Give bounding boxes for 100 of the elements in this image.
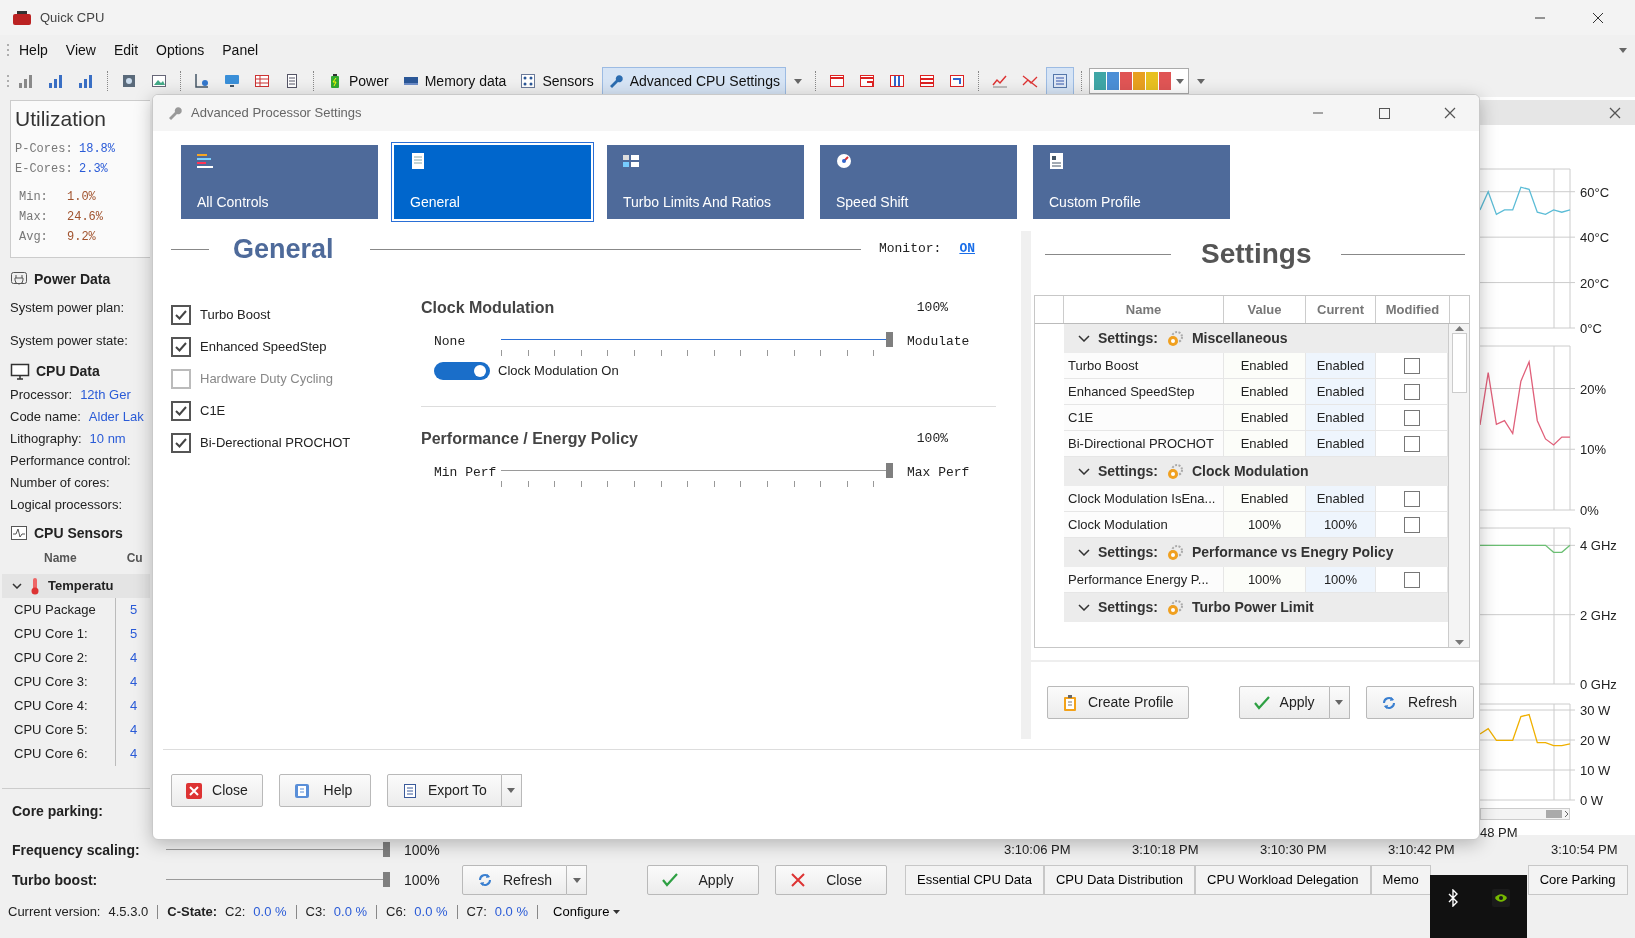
slider[interactable]	[166, 872, 390, 888]
sensor-name: CPU Core 5:	[10, 718, 116, 742]
checkbox[interactable]	[1403, 516, 1420, 533]
column-header: Value	[1224, 296, 1306, 323]
gear-icon	[1165, 329, 1184, 348]
dropdown-button[interactable]	[1329, 686, 1350, 719]
checkbox[interactable]	[1403, 571, 1420, 588]
button[interactable]: Create Profile	[1047, 686, 1189, 719]
group-row[interactable]: Settings: Miscellaneous	[1064, 324, 1448, 353]
button[interactable]: Refresh	[1365, 686, 1474, 719]
gpu-logo-icon[interactable]	[1492, 889, 1511, 907]
checkbox[interactable]	[171, 305, 191, 325]
time-label: 48 PM	[1480, 824, 1519, 842]
button[interactable]: Close	[171, 774, 263, 807]
signal-bars-icon	[78, 73, 94, 89]
slider-max-label: Max Perf	[907, 464, 970, 482]
stat-label: Min:	[18, 189, 49, 206]
menu-item[interactable]: Help	[10, 37, 57, 63]
sensor-value: 5	[130, 625, 138, 644]
toolbar-button[interactable]	[1045, 67, 1074, 95]
bluetooth-icon[interactable]	[1446, 889, 1459, 907]
status-value: 0.0 %	[494, 902, 529, 921]
tab[interactable]: Essential CPU Data	[905, 865, 1044, 895]
sensor-name: CPU Core 3:	[10, 670, 116, 694]
tab[interactable]: All Controls	[181, 145, 378, 219]
slider-thumb[interactable]	[383, 842, 390, 857]
tab[interactable]: CPU Data Distribution	[1043, 865, 1196, 895]
section-title: CPU Sensors	[34, 523, 123, 543]
toolbar-button[interactable]: Advanced CPU Settings	[601, 67, 786, 95]
tab[interactable]: CPU Workload Delegation	[1195, 865, 1371, 895]
button[interactable]: Refresh	[462, 865, 568, 895]
slider[interactable]	[166, 842, 390, 858]
signal-bars-icon	[48, 73, 64, 89]
color-dropdown[interactable]	[1088, 68, 1189, 94]
close-icon	[790, 872, 807, 888]
axis-label: 20%	[1580, 381, 1607, 397]
dropdown-button[interactable]	[567, 865, 588, 895]
tab[interactable]: Core Parking	[1527, 865, 1628, 895]
tab[interactable]: Custom Profile	[1033, 145, 1230, 219]
tab[interactable]: Turbo Limits And Ratios	[607, 145, 804, 219]
slider[interactable]	[501, 332, 893, 358]
monitor-link[interactable]: ON	[959, 239, 975, 259]
slider-thumb[interactable]	[886, 463, 893, 478]
checkbox[interactable]	[1403, 490, 1420, 507]
field-label: System power state:	[10, 332, 129, 350]
toggle-switch[interactable]	[434, 362, 490, 380]
checkbox[interactable]	[1403, 357, 1420, 374]
axis-label: 2 GHz	[1580, 607, 1617, 623]
column-header: Cu	[126, 550, 143, 567]
tab[interactable]: Speed Shift	[820, 145, 1017, 219]
scrollbar[interactable]	[1448, 324, 1469, 647]
plug-icon	[10, 271, 28, 287]
section-title: Settings	[1201, 237, 1312, 271]
sensor-group-row[interactable]: Temperatu	[2, 574, 150, 598]
tab[interactable]: General	[394, 145, 591, 219]
scrollbar[interactable]	[1480, 808, 1570, 820]
checkbox[interactable]	[171, 337, 191, 357]
column-header: Modified	[1376, 296, 1450, 323]
menu-item[interactable]: Panel	[213, 37, 268, 63]
slider-thumb[interactable]	[383, 872, 390, 887]
dots-icon	[520, 73, 537, 89]
toolbar-button[interactable]: Memory data	[396, 67, 513, 95]
menu-item[interactable]: Edit	[104, 37, 147, 63]
window-icon	[918, 73, 935, 89]
column-header: Current	[1306, 296, 1376, 323]
group-row[interactable]: Settings: Performance vs Enegry Policy	[1064, 538, 1448, 567]
slider-thumb[interactable]	[886, 332, 893, 347]
configure-menu[interactable]: Configure	[547, 900, 627, 923]
axis-label: 30 W	[1580, 703, 1611, 718]
toggle-label: Clock Modulation On	[498, 362, 619, 381]
section-title: Power Data	[34, 269, 111, 289]
window-icon	[888, 73, 905, 89]
slider[interactable]	[501, 463, 893, 489]
table-cell: Enabled	[1224, 431, 1306, 456]
button[interactable]: Close	[775, 865, 888, 895]
scrollbar-thumb[interactable]	[1451, 333, 1467, 393]
tab[interactable]: Memo	[1370, 865, 1431, 895]
checkbox[interactable]	[1403, 383, 1420, 400]
gauge-icon	[836, 153, 852, 169]
checkbox[interactable]	[171, 401, 191, 421]
button[interactable]: Apply	[1238, 686, 1330, 719]
table-cell: Enabled	[1306, 353, 1376, 378]
status-value: 0.0 %	[414, 902, 448, 921]
field-value: 10 nm	[89, 431, 126, 446]
checkbox[interactable]	[1403, 409, 1420, 426]
group-row[interactable]: Settings: Turbo Power Limit	[1064, 593, 1448, 622]
menu-item[interactable]: View	[56, 37, 105, 63]
close-icon[interactable]	[1609, 106, 1621, 119]
dropdown-button[interactable]	[501, 774, 522, 807]
menu-item[interactable]: Options	[147, 37, 214, 63]
group-row[interactable]: Settings: Clock Modulation	[1064, 457, 1448, 486]
toolbar-button[interactable]: Power	[321, 67, 395, 95]
checkbox[interactable]	[171, 433, 191, 453]
overflow-caret-icon[interactable]	[1619, 47, 1627, 53]
button[interactable]: Export To	[387, 774, 502, 807]
button[interactable]: Apply	[647, 865, 760, 895]
button[interactable]: Help	[279, 774, 371, 807]
checkbox[interactable]	[1403, 435, 1420, 452]
slider-reading: 100%	[916, 430, 948, 449]
stat-value: 1.0%	[67, 190, 96, 204]
